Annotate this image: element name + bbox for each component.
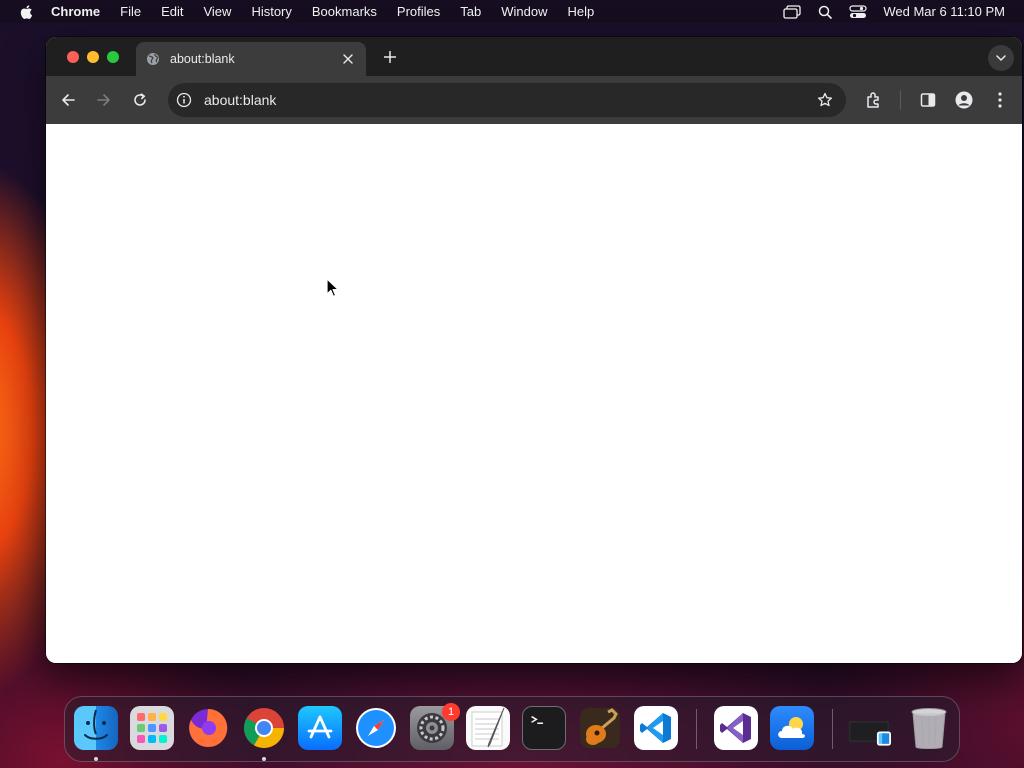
dock-safari[interactable] — [354, 706, 398, 750]
menu-app-name[interactable]: Chrome — [51, 4, 100, 19]
dock-trash[interactable] — [907, 706, 951, 750]
finder-icon — [84, 709, 108, 740]
dock-weather[interactable] — [770, 706, 814, 750]
downloads-folder-icon — [848, 720, 891, 746]
tab-close-icon[interactable] — [340, 51, 356, 67]
dock-launchpad[interactable] — [130, 706, 174, 750]
window-minimize-button[interactable] — [87, 51, 99, 63]
dock-divider — [696, 709, 697, 749]
menu-window[interactable]: Window — [501, 4, 547, 19]
globe-icon — [146, 51, 162, 67]
menu-profiles[interactable]: Profiles — [397, 4, 440, 19]
profile-avatar-icon[interactable] — [954, 90, 974, 110]
dock-garageband[interactable] — [578, 706, 622, 750]
notification-badge: 1 — [442, 703, 460, 721]
weather-cloud-icon — [778, 717, 805, 738]
menu-edit[interactable]: Edit — [161, 4, 183, 19]
new-tab-button[interactable] — [382, 49, 398, 65]
window-zoom-button[interactable] — [107, 51, 119, 63]
tab-active[interactable]: about:blank — [136, 42, 366, 76]
firefox-icon — [189, 708, 228, 747]
address-bar-url[interactable]: about:blank — [204, 92, 816, 108]
menu-bookmarks[interactable]: Bookmarks — [312, 4, 377, 19]
menu-bar: Chrome File Edit View History Bookmarks … — [0, 0, 1024, 23]
menu-view[interactable]: View — [203, 4, 231, 19]
dock-textedit[interactable] — [466, 706, 510, 750]
chrome-icon — [244, 708, 284, 748]
back-button[interactable] — [58, 90, 78, 110]
tab-search-button[interactable] — [988, 45, 1014, 71]
dock-finder[interactable] — [74, 706, 118, 750]
launchpad-icon — [137, 713, 167, 743]
dock-vscode[interactable] — [634, 706, 678, 750]
spotlight-search-icon[interactable] — [815, 4, 835, 20]
site-info-icon[interactable] — [176, 91, 194, 109]
address-bar[interactable]: about:blank — [168, 83, 846, 117]
extensions-icon[interactable] — [864, 90, 884, 110]
mouse-pointer-icon — [326, 278, 339, 297]
kebab-menu-icon[interactable] — [990, 90, 1010, 110]
tab-strip: about:blank — [46, 37, 1022, 76]
toolbar-divider — [900, 90, 901, 110]
dock-chrome[interactable] — [242, 706, 286, 750]
running-indicator — [262, 757, 266, 761]
menu-file[interactable]: File — [120, 4, 141, 19]
browser-toolbar: about:blank — [46, 76, 1022, 124]
bookmark-star-icon[interactable] — [816, 91, 834, 109]
side-panel-icon[interactable] — [918, 90, 938, 110]
app-store-icon — [307, 715, 333, 739]
menu-bar-clock[interactable]: Wed Mar 6 11:10 PM — [883, 4, 1005, 19]
menu-tab[interactable]: Tab — [460, 4, 481, 19]
menu-help[interactable]: Help — [568, 4, 595, 19]
control-center-icon[interactable] — [848, 4, 868, 20]
visual-studio-icon — [720, 713, 751, 743]
dock-visual-studio[interactable] — [714, 706, 758, 750]
dock-downloads-stack[interactable] — [847, 706, 891, 750]
textedit-icon — [471, 707, 505, 748]
screen-mirroring-icon[interactable] — [782, 4, 802, 20]
running-indicator — [94, 757, 98, 761]
dock-terminal[interactable] — [522, 706, 566, 750]
dock-app-store[interactable] — [298, 706, 342, 750]
chrome-window: about:blank about:blank — [46, 37, 1022, 663]
trash-icon — [911, 708, 947, 749]
page-content-blank[interactable] — [46, 124, 1022, 663]
tab-title: about:blank — [170, 52, 235, 66]
dock-firefox[interactable] — [186, 706, 230, 750]
window-close-button[interactable] — [67, 51, 79, 63]
terminal-icon — [531, 715, 544, 724]
dock-divider — [832, 709, 833, 749]
menu-bar-status-area: Wed Mar 6 11:10 PM — [782, 0, 1024, 23]
vscode-icon — [640, 713, 671, 743]
forward-button[interactable] — [94, 90, 114, 110]
guitar-icon — [580, 708, 620, 748]
apple-menu-icon[interactable] — [19, 4, 33, 20]
reload-button[interactable] — [130, 90, 150, 110]
dock: 1 — [64, 696, 960, 762]
menu-history[interactable]: History — [251, 4, 291, 19]
safari-icon — [356, 708, 396, 748]
